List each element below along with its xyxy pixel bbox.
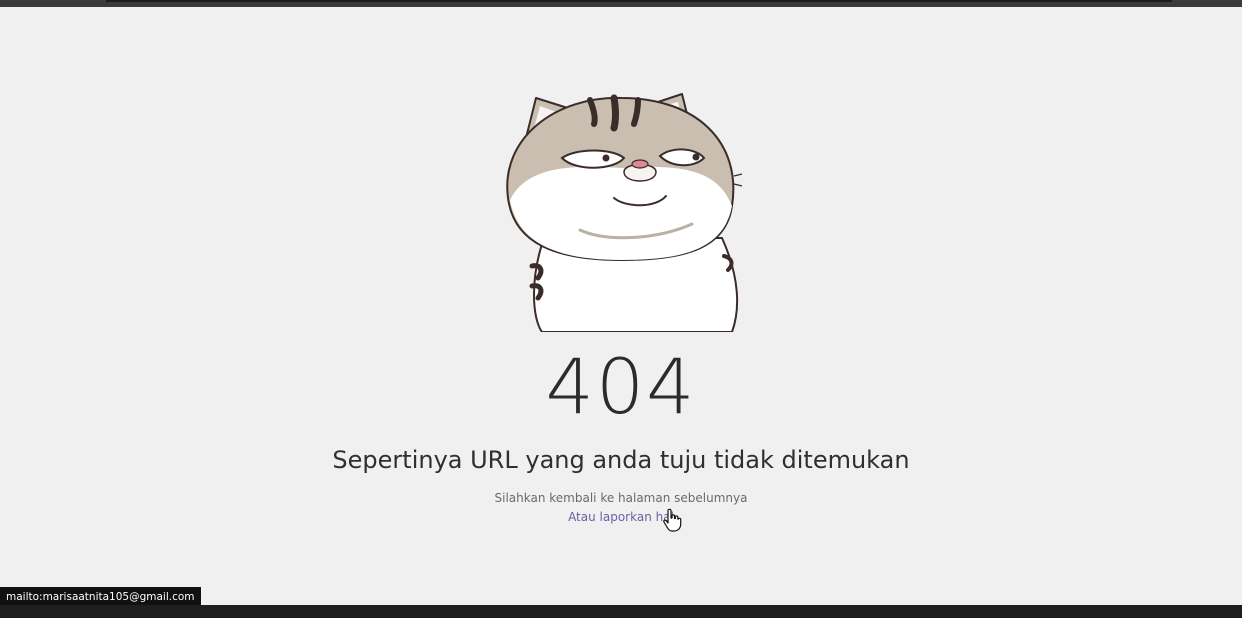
error-code: 404 xyxy=(545,342,697,431)
error-headline: Sepertinya URL yang anda tuju tidak dite… xyxy=(332,446,910,474)
top-browser-strip xyxy=(0,0,1242,7)
link-status-bar: mailto:marisaatnita105@gmail.com xyxy=(0,587,201,607)
report-link-container: Atau laporkan hal xyxy=(0,510,1242,524)
back-instruction: Silahkan kembali ke halaman sebelumnya xyxy=(494,491,748,505)
bottom-taskbar-strip xyxy=(0,605,1242,618)
hand-cursor-icon xyxy=(663,508,682,532)
top-strip-inner xyxy=(106,0,1172,2)
report-link[interactable]: Atau laporkan hal xyxy=(568,510,674,524)
cat-illustration xyxy=(506,93,743,332)
